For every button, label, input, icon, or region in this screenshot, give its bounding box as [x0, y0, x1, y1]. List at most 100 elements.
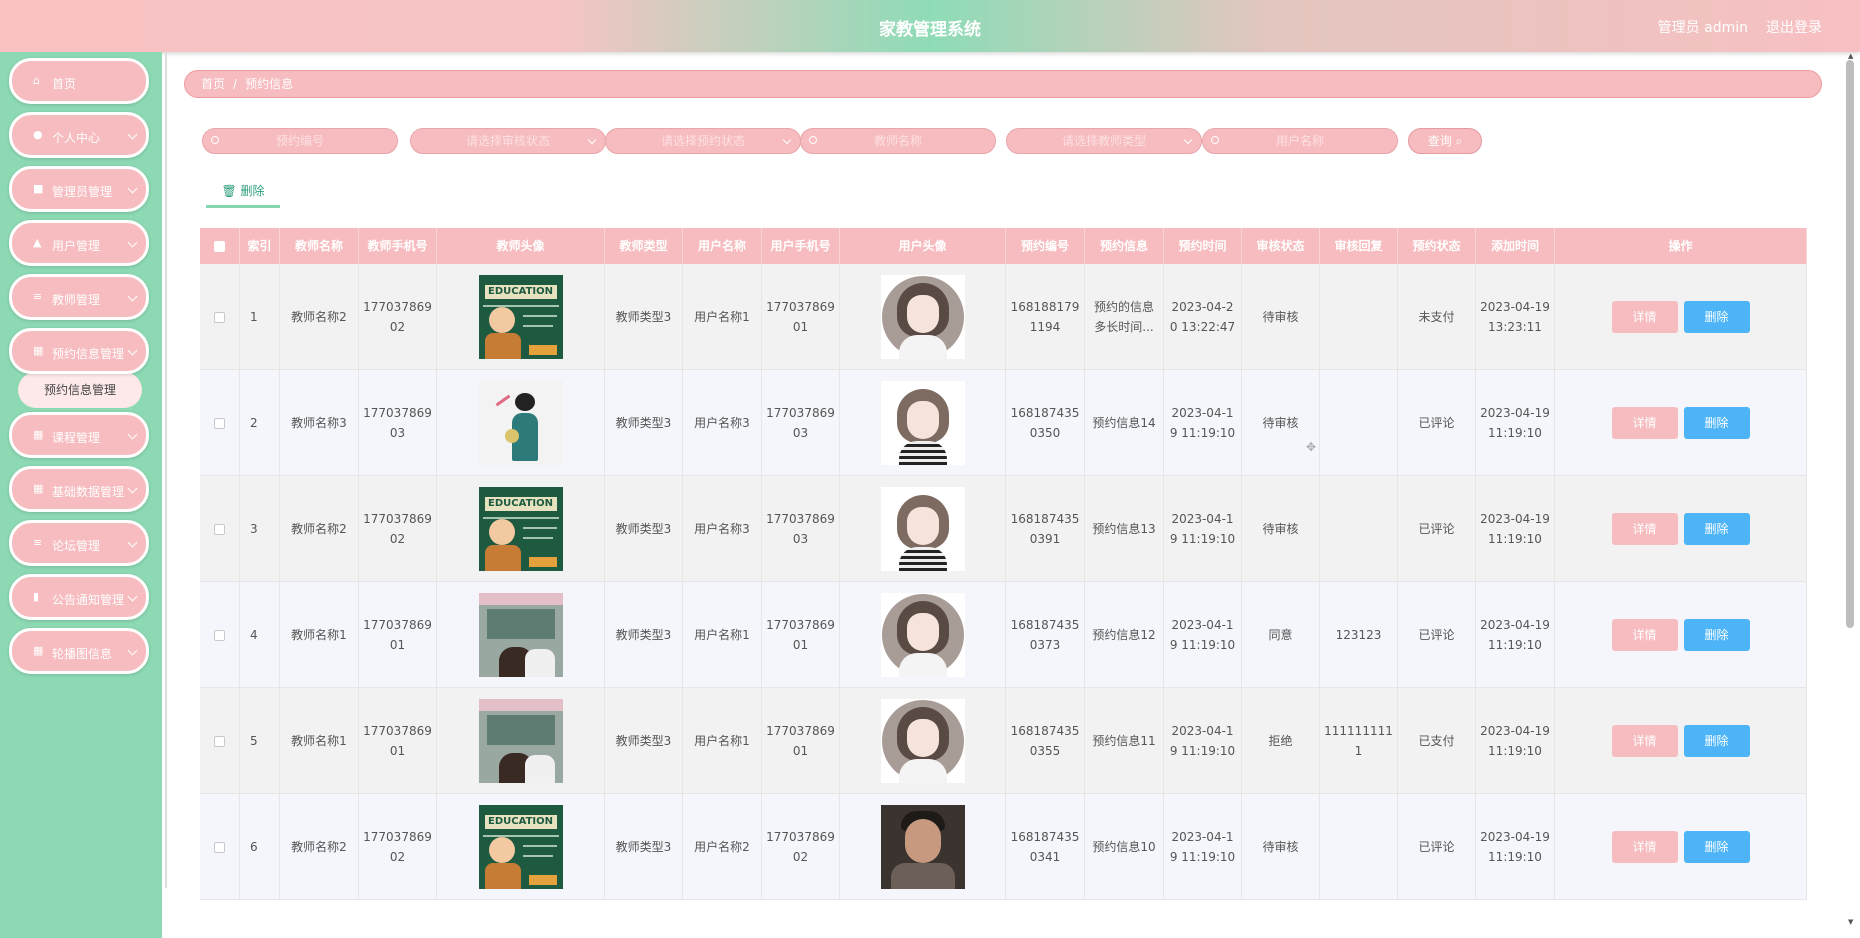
- user-avatar-image: [880, 275, 965, 359]
- scroll-down-arrow[interactable]: ▼: [1848, 918, 1853, 926]
- detail-button[interactable]: 详情: [1611, 619, 1678, 651]
- cell-audit: 拒绝: [1242, 688, 1320, 794]
- filter-input-5[interactable]: 用户名称: [1202, 128, 1398, 154]
- sidebar-item-label: 轮播图信息: [52, 647, 113, 661]
- detail-button[interactable]: 详情: [1611, 407, 1678, 439]
- filter-select-1[interactable]: 请选择审核状态: [410, 128, 606, 154]
- cell-status: 未支付: [1398, 264, 1476, 370]
- table-row[interactable]: 3 教师名称2 17703786902 EDUCATION 教师类型3 用户名称3 1770…: [200, 476, 1807, 582]
- user-avatar-cell: [840, 794, 1006, 900]
- sidebar-item-7[interactable]: ▦ 基础数据管理: [9, 466, 149, 512]
- chat-icon: ■: [33, 182, 44, 195]
- actions-cell: 详情 删除: [1555, 794, 1807, 900]
- breadcrumb-home[interactable]: 首页: [201, 77, 225, 91]
- detail-button[interactable]: 详情: [1611, 725, 1678, 757]
- table-row[interactable]: 5 教师名称1 17703786901 教师类型3 用户名称1 17703786901 16…: [200, 688, 1807, 794]
- appointment-table: 索引 教师名称 教师手机号 教师头像 教师类型 用户名称 用户手机号 用户头像 预约编号 预约信息…: [200, 228, 1807, 938]
- teacher-avatar-cell: EDUCATION: [437, 476, 605, 582]
- cell-status: 已评论: [1398, 370, 1476, 476]
- sidebar-item-label: 用户管理: [52, 239, 101, 253]
- cell-added: 2023-04-19 11:19:10: [1476, 370, 1555, 476]
- teacher-avatar-cell: [437, 582, 605, 688]
- sidebar-item-1[interactable]: ● 个人中心: [9, 112, 149, 158]
- current-user[interactable]: 管理员 admin: [1658, 17, 1748, 37]
- cell-time: 2023-04-20 13:22:47: [1164, 264, 1242, 370]
- batch-delete-button[interactable]: 🗑 删除: [206, 178, 280, 208]
- sidebar-item-4[interactable]: ≡ 教师管理: [9, 274, 149, 320]
- cell-user: 用户名称3: [683, 370, 762, 476]
- cell-user: 用户名称1: [683, 582, 762, 688]
- filter-select-2[interactable]: 请选择预约状态: [605, 128, 801, 154]
- user-icon: ●: [33, 128, 43, 141]
- cell-ttype: 教师类型3: [605, 370, 683, 476]
- user-avatar-image: [880, 805, 965, 889]
- filter-placeholder: 预约编号: [275, 134, 324, 148]
- sidebar-item-6[interactable]: ▦ 课程管理: [9, 412, 149, 458]
- sidebar-item-8[interactable]: ≡ 论坛管理: [9, 520, 149, 566]
- sidebar-item-9[interactable]: ▮ 公告通知管理: [9, 574, 149, 620]
- row-checkbox[interactable]: [214, 629, 225, 641]
- sidebar-item-3[interactable]: ▲ 用户管理: [9, 220, 149, 266]
- grid-icon: ▦: [33, 344, 44, 357]
- teacher-avatar-image: [478, 381, 563, 465]
- cell-reply: 1111111111: [1320, 688, 1398, 794]
- cell-added: 2023-04-19 11:19:10: [1476, 794, 1555, 900]
- cell-ttype: 教师类型3: [605, 264, 683, 370]
- column-header-uphone: 用户手机号: [762, 228, 840, 264]
- cell-time: 2023-04-19 11:19:10: [1164, 582, 1242, 688]
- scrollbar-thumb[interactable]: [1846, 60, 1854, 628]
- cell-ttype: 教师类型3: [605, 794, 683, 900]
- row-checkbox[interactable]: [214, 523, 225, 535]
- chevron-down-icon: [127, 483, 138, 494]
- filter-input-0[interactable]: 预约编号: [202, 128, 398, 154]
- row-checkbox[interactable]: [214, 735, 225, 747]
- delete-button[interactable]: 删除: [1683, 301, 1750, 333]
- sidebar-item-2[interactable]: ■ 管理员管理: [9, 166, 149, 212]
- sidebar-item-5[interactable]: ▦ 预约信息管理: [9, 328, 149, 374]
- cell-added: 2023-04-19 13:23:11: [1476, 264, 1555, 370]
- row-checkbox-cell: [200, 264, 240, 370]
- row-checkbox-cell: [200, 582, 240, 688]
- cell-info: 预约信息11: [1085, 688, 1164, 794]
- cell-teacher: 教师名称3: [280, 370, 359, 476]
- cell-added: 2023-04-19 11:19:10: [1476, 476, 1555, 582]
- chevron-down-icon: [127, 591, 138, 602]
- cell-status: 已支付: [1398, 688, 1476, 794]
- table-row[interactable]: 2 教师名称3 17703786903 教师类型3 用户名称3 17703786903 16…: [200, 370, 1807, 476]
- delete-button[interactable]: 删除: [1683, 831, 1750, 863]
- column-header-reply: 审核回复: [1320, 228, 1398, 264]
- detail-button[interactable]: 详情: [1611, 831, 1678, 863]
- sidebar-item-10[interactable]: ▦ 轮播图信息: [9, 628, 149, 674]
- column-header-status: 预约状态: [1398, 228, 1476, 264]
- user-avatar-image: [880, 381, 965, 465]
- query-button[interactable]: 查询 ⌕: [1408, 128, 1482, 154]
- row-checkbox[interactable]: [214, 841, 225, 853]
- row-checkbox[interactable]: [214, 311, 225, 323]
- delete-button[interactable]: 删除: [1683, 619, 1750, 651]
- table-row[interactable]: 4 教师名称1 17703786901 教师类型3 用户名称1 17703786901 16…: [200, 582, 1807, 688]
- delete-button[interactable]: 删除: [1683, 725, 1750, 757]
- cell-time: 2023-04-19 11:19:10: [1164, 476, 1242, 582]
- logout-link[interactable]: 退出登录: [1766, 17, 1822, 37]
- table-row[interactable]: 6 教师名称2 17703786902 EDUCATION 教师类型3 用户名称2 1770…: [200, 794, 1807, 900]
- filter-input-3[interactable]: 教师名称: [800, 128, 996, 154]
- filter-placeholder: 用户名称: [1275, 134, 1324, 148]
- column-header-cb: [200, 228, 240, 264]
- row-checkbox[interactable]: [214, 417, 225, 429]
- detail-button[interactable]: 详情: [1611, 301, 1678, 333]
- cell-index: 5: [240, 688, 280, 794]
- scroll-up-arrow[interactable]: ▲: [1848, 52, 1853, 60]
- submenu-item-appointment-manage[interactable]: 预约信息管理: [18, 372, 142, 408]
- filter-select-4[interactable]: 请选择教师类型: [1006, 128, 1202, 154]
- detail-button[interactable]: 详情: [1611, 513, 1678, 545]
- sidebar-item-0[interactable]: ⌂ 首页: [9, 58, 149, 104]
- cell-index: 2: [240, 370, 280, 476]
- cell-code: 1681881791194: [1006, 264, 1085, 370]
- select-all-checkbox[interactable]: [214, 240, 225, 252]
- delete-button[interactable]: 删除: [1683, 407, 1750, 439]
- cell-ttype: 教师类型3: [605, 688, 683, 794]
- table-row[interactable]: 1 教师名称2 17703786902 EDUCATION 教师类型3 用户名称1 1770…: [200, 264, 1807, 370]
- delete-button[interactable]: 删除: [1683, 513, 1750, 545]
- user-avatar-cell: [840, 264, 1006, 370]
- breadcrumb-current: 预约信息: [245, 77, 294, 91]
